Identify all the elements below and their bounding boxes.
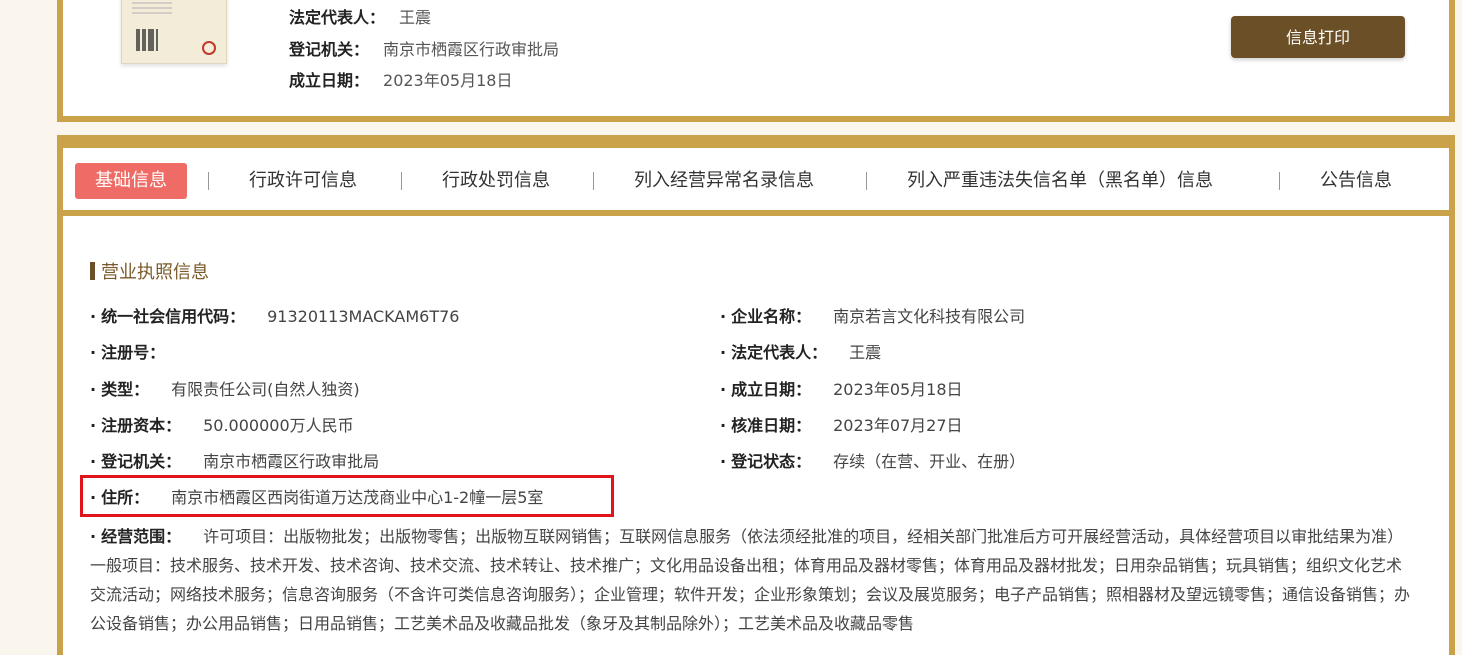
tab-admin-license[interactable]: 行政许可信息 (249, 163, 357, 199)
tab-announcement[interactable]: 公告信息 (1320, 163, 1392, 199)
tab-abnormal-operation[interactable]: 列入经营异常名录信息 (634, 163, 814, 199)
field-label: 成立日期： (731, 380, 812, 399)
summary-reg-authority: 登记机关： 南京市栖霞区行政审批局 (289, 36, 559, 60)
tab-blacklist[interactable]: 列入严重违法失信名单（黑名单）信息 (907, 163, 1213, 199)
qr-code-icon (136, 29, 158, 51)
field-registered-capital: · 注册资本： 50.000000万人民币 (90, 412, 354, 436)
tab-divider (401, 172, 402, 190)
field-label: 登记状态： (731, 452, 812, 471)
bullet: · (720, 307, 727, 326)
bullet: · (90, 380, 97, 399)
field-value: 2023年07月27日 (833, 416, 963, 435)
field-legal-rep: · 法定代表人： 王震 (720, 339, 881, 363)
tab-divider (208, 172, 209, 190)
summary-legal-rep-label: 法定代表人： (289, 8, 386, 27)
info-tab-bar: 基础信息 行政许可信息 行政处罚信息 列入经营异常名录信息 列入严重违法失信名单… (63, 148, 1449, 216)
business-license-thumbnail[interactable] (121, 0, 227, 64)
field-value: 南京市栖霞区行政审批局 (203, 452, 380, 471)
section-heading: 营业执照信息 (90, 258, 209, 284)
field-label: 注册资本： (101, 416, 182, 435)
address-highlight-box (80, 475, 614, 517)
license-text-lines (132, 0, 172, 17)
section-heading-text: 营业执照信息 (101, 262, 209, 283)
field-value: 南京若言文化科技有限公司 (833, 307, 1026, 326)
field-label: 注册号： (101, 343, 166, 362)
field-company-name: · 企业名称： 南京若言文化科技有限公司 (720, 303, 1025, 327)
field-value: 91320113MACKAM6T76 (267, 307, 460, 326)
summary-reg-authority-label: 登记机关： (289, 40, 370, 59)
bullet: · (90, 452, 97, 471)
bullet: · (720, 343, 727, 362)
field-label: 统一社会信用代码： (101, 307, 246, 326)
field-value: 有限责任公司(自然人独资) (171, 380, 360, 399)
field-label: 法定代表人： (731, 343, 828, 362)
field-label: 企业名称： (731, 307, 812, 326)
field-reg-status: · 登记状态： 存续（在营、开业、在册） (720, 448, 1025, 472)
field-business-scope: · 经营范围： 许可项目：出版物批发；出版物零售；出版物互联网销售；互联网信息服务（… (90, 522, 1410, 638)
summary-established-value: 2023年05月18日 (383, 71, 513, 90)
print-info-button[interactable]: 信息打印 (1231, 16, 1405, 58)
summary-legal-rep: 法定代表人： 王震 (289, 4, 431, 28)
field-approval-date: · 核准日期： 2023年07月27日 (720, 412, 963, 436)
summary-established-label: 成立日期： (289, 71, 370, 90)
field-credit-code: · 统一社会信用代码： 91320113MACKAM6T76 (90, 303, 459, 327)
company-summary-card: 法定代表人： 王震 登记机关： 南京市栖霞区行政审批局 成立日期： 2023年05月1… (57, 0, 1455, 122)
field-label: 类型： (101, 380, 150, 399)
tab-divider (593, 172, 594, 190)
field-reg-number: · 注册号： (90, 339, 187, 363)
field-reg-authority: · 登记机关： 南京市栖霞区行政审批局 (90, 448, 379, 472)
summary-reg-authority-value: 南京市栖霞区行政审批局 (383, 40, 560, 59)
field-value: 许可项目：出版物批发；出版物零售；出版物互联网销售；互联网信息服务（依法须经批准… (90, 527, 1411, 633)
field-value: 50.000000万人民币 (203, 416, 354, 435)
bullet: · (720, 452, 727, 471)
field-established-date: · 成立日期： 2023年05月18日 (720, 376, 963, 400)
summary-established: 成立日期： 2023年05月18日 (289, 67, 512, 91)
field-value: 2023年05月18日 (833, 380, 963, 399)
field-value: 存续（在营、开业、在册） (833, 452, 1026, 471)
field-company-type: · 类型： 有限责任公司(自然人独资) (90, 376, 360, 400)
summary-legal-rep-value: 王震 (399, 8, 432, 27)
basic-info-card: 基础信息 行政许可信息 行政处罚信息 列入经营异常名录信息 列入严重违法失信名单… (57, 135, 1455, 655)
tab-divider (866, 172, 867, 190)
field-label: 登记机关： (101, 452, 182, 471)
tab-basic-info[interactable]: 基础信息 (75, 163, 187, 199)
bullet: · (90, 343, 97, 362)
bullet: · (720, 416, 727, 435)
tab-divider (1279, 172, 1280, 190)
tab-admin-penalty[interactable]: 行政处罚信息 (442, 163, 550, 199)
bullet: · (90, 307, 97, 326)
bullet: · (720, 380, 727, 399)
field-value: 王震 (849, 343, 882, 362)
bullet: · (90, 416, 97, 435)
field-label: 经营范围： (101, 527, 182, 546)
bullet: · (90, 527, 97, 546)
field-label: 核准日期： (731, 416, 812, 435)
heading-marker (90, 262, 95, 280)
seal-icon (202, 41, 216, 55)
